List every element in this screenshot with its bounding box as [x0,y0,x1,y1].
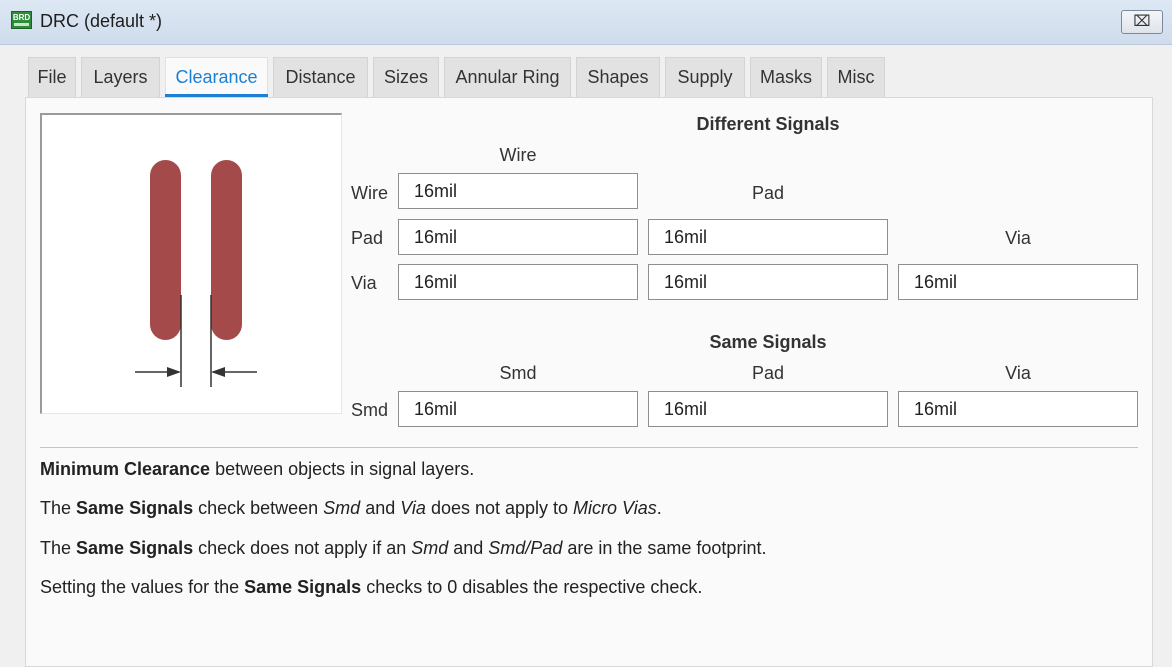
info-line-3: The Same Signals check does not apply if… [40,538,767,558]
window-title: DRC (default *) [40,11,163,31]
tab-layers[interactable]: Layers [81,57,160,97]
via-wire-clearance-input[interactable] [398,264,638,300]
col-header-smd: Smd [499,363,537,383]
tab-sizes[interactable]: Sizes [373,57,439,97]
smd-smd-clearance-input[interactable] [398,391,638,427]
col-header-same-via: Via [1005,363,1031,383]
via-pad-clearance-input[interactable] [648,264,888,300]
tab-clearance[interactable]: Clearance [165,57,268,97]
info-line-1: Minimum Clearance between objects in sig… [40,459,475,479]
col-header-wire: Wire [499,145,537,165]
via-via-clearance-input[interactable] [898,264,1138,300]
row-label-wire: Wire [351,183,388,203]
wire-wire-clearance-input[interactable] [398,173,638,209]
tab-distance[interactable]: Distance [273,57,368,97]
col-header-via: Via [1005,228,1031,248]
close-icon: ⌧ [1133,13,1151,30]
same-signals-heading: Same Signals [709,332,827,352]
col-header-pad: Pad [751,183,785,203]
trace-right [211,160,242,340]
smd-via-clearance-input[interactable] [898,391,1138,427]
board-app-icon: BRD [11,11,32,29]
info-line-2: The Same Signals check between Smd and V… [40,498,662,518]
tab-misc[interactable]: Misc [827,57,885,97]
tab-annular-ring[interactable]: Annular Ring [444,57,571,97]
pad-wire-clearance-input[interactable] [398,219,638,255]
title-bar: BRD DRC (default *) ⌧ [0,0,1172,45]
tab-shapes[interactable]: Shapes [576,57,660,97]
trace-left [150,160,181,340]
different-signals-heading: Different Signals [696,114,840,134]
row-label-pad: Pad [351,228,384,248]
row-label-via: Via [351,273,377,293]
row-label-smd: Smd [351,400,389,420]
tab-file[interactable]: File [28,57,76,97]
close-button[interactable]: ⌧ [1121,10,1163,34]
col-header-same-pad: Pad [751,363,785,383]
clearance-preview [40,113,342,414]
arrowhead-right [211,367,225,377]
smd-pad-clearance-input[interactable] [648,391,888,427]
info-line-4: Setting the values for the Same Signals … [40,577,703,597]
section-divider [40,447,1138,448]
tab-supply[interactable]: Supply [665,57,745,97]
arrowhead-left [167,367,181,377]
tab-masks[interactable]: Masks [750,57,822,97]
clearance-diagram [135,160,257,387]
pad-pad-clearance-input[interactable] [648,219,888,255]
